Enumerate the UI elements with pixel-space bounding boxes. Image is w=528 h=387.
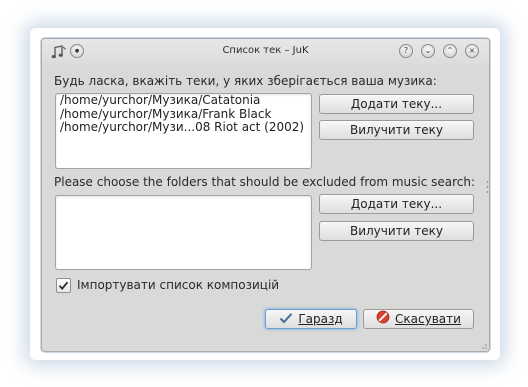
minimize-icon[interactable]: ⌄: [421, 44, 435, 58]
folders-label: Будь ласка, вкажіть теки, у яких зберіга…: [54, 74, 437, 88]
title-bar[interactable]: ● Список тек – JuK ? ⌄ ⌃ ×: [42, 39, 489, 64]
close-icon[interactable]: ×: [465, 44, 479, 58]
cancel-icon: [376, 310, 390, 329]
exclude-list[interactable]: [55, 195, 312, 270]
folders-list[interactable]: /home/yurchor/Музика/Catatonia /home/yur…: [55, 93, 312, 169]
help-icon[interactable]: ?: [399, 44, 413, 58]
exclude-label: Please choose the folders that should be…: [54, 175, 476, 189]
resize-grip-icon[interactable]: [481, 343, 487, 349]
checkmark-icon: [279, 311, 293, 329]
add-exclude-folder-button[interactable]: Додати теку...: [319, 194, 474, 214]
cancel-label: Скасувати: [395, 312, 461, 326]
cancel-button[interactable]: Скасувати: [363, 309, 474, 329]
folder-item[interactable]: /home/yurchor/Музика/Frank Black: [56, 107, 311, 122]
add-folder-button[interactable]: Додати теку...: [319, 94, 474, 114]
import-playlists-checkbox[interactable]: [56, 278, 71, 293]
maximize-icon[interactable]: ⌃: [443, 44, 457, 58]
drag-handle-icon[interactable]: [486, 180, 489, 194]
remove-exclude-folder-button[interactable]: Вилучити теку: [319, 221, 474, 241]
dialog-window: ● Список тек – JuK ? ⌄ ⌃ × Будь ласка, в…: [41, 38, 490, 352]
folder-item[interactable]: /home/yurchor/Музика/Catatonia: [56, 93, 311, 108]
checkmark-icon: [58, 281, 69, 290]
ok-button[interactable]: Гаразд: [265, 309, 357, 329]
import-playlists-label[interactable]: Імпортувати список композицій: [77, 278, 279, 292]
remove-folder-button[interactable]: Вилучити теку: [319, 120, 474, 140]
folder-item[interactable]: /home/yurchor/Музи...08 Riot act (2002): [56, 120, 311, 135]
ok-label: Гаразд: [298, 312, 343, 326]
